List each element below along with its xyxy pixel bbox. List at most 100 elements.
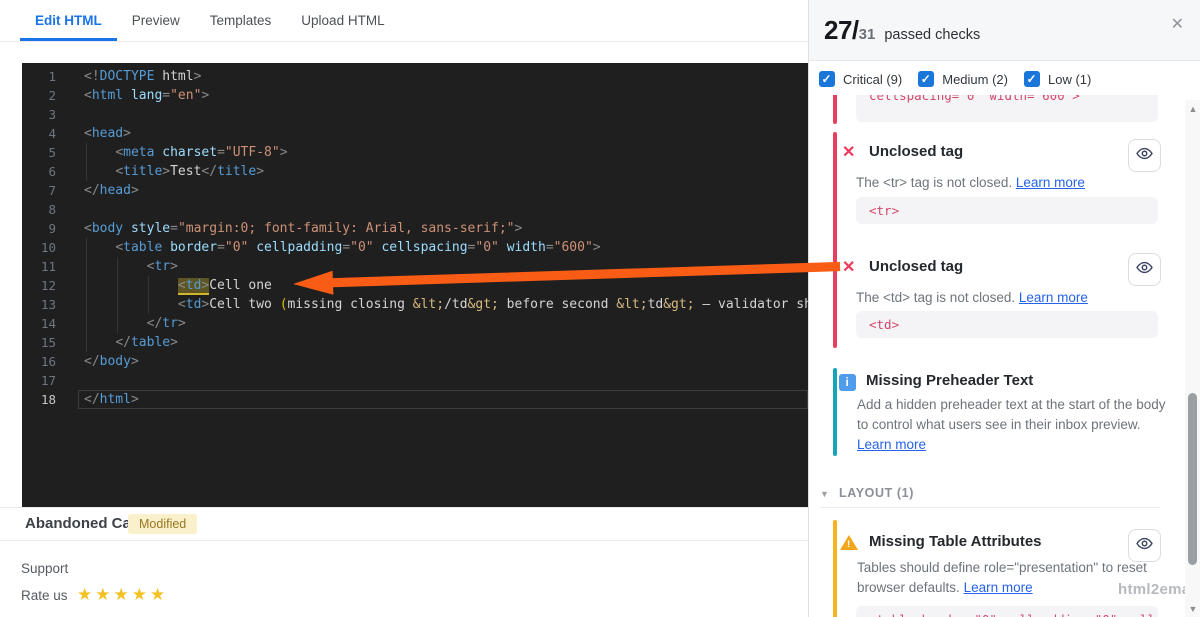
code-line-4[interactable]: 4 <head>: [22, 124, 808, 143]
line-number: 8: [48, 202, 56, 217]
check-title: Unclosed tag: [869, 258, 964, 275]
code-line-5[interactable]: 5 <meta charset="UTF-8">: [22, 143, 808, 162]
indent-guide: [86, 276, 87, 295]
scroll-up-icon[interactable]: ▲: [1187, 104, 1199, 114]
info-icon: [839, 374, 856, 391]
template-name: Abandoned Cart: [25, 515, 142, 532]
close-icon[interactable]: ✕: [1171, 17, 1184, 33]
checkbox-checked-icon[interactable]: [918, 71, 935, 87]
check-description: Tables should define role="presentation"…: [857, 560, 1147, 595]
checkbox-checked-icon[interactable]: [1023, 71, 1040, 87]
code-line-15[interactable]: 15 </table>: [22, 333, 808, 352]
card-accent-strip: [833, 132, 837, 348]
indent-guide: [86, 333, 87, 352]
learn-more-link[interactable]: Learn more: [964, 580, 1033, 595]
scrollbar-track[interactable]: ▲ ▼: [1185, 100, 1200, 617]
checkbox-checked-icon[interactable]: [819, 71, 835, 87]
divider: [820, 507, 1160, 508]
tab-edit-html[interactable]: Edit HTML: [20, 0, 117, 41]
check-description: The <td> tag is not closed. Learn more: [856, 290, 1088, 305]
rate-us-label: Rate us: [21, 588, 68, 603]
star-icon[interactable]: ★: [114, 585, 129, 604]
line-number: 10: [40, 240, 56, 255]
line-number: 5: [48, 145, 56, 160]
code-line-6[interactable]: 6 <title>Test</title>: [22, 162, 808, 181]
line-number: 17: [40, 373, 56, 388]
card-accent-strip: [833, 520, 837, 617]
score-label: passed checks: [884, 27, 981, 43]
indent-guide: [86, 143, 87, 162]
code-line-7[interactable]: 7 </head>: [22, 181, 808, 200]
code-line-16[interactable]: 16 </body>: [22, 352, 808, 371]
panel-header: 27/31 passed checks ✕: [809, 0, 1200, 61]
chevron-down-icon[interactable]: ▼: [820, 489, 829, 499]
score-total: 31: [858, 26, 876, 43]
check-description: Add a hidden preheader text at the start…: [857, 397, 1166, 452]
check-title: Missing Preheader Text: [866, 372, 1034, 389]
filter-critical[interactable]: Critical (9): [819, 71, 902, 87]
code-line-3[interactable]: 3: [22, 105, 808, 124]
star-icon[interactable]: ★: [77, 585, 92, 604]
indent-guide: [86, 162, 87, 181]
code-text: <head>: [84, 126, 131, 141]
highlighted-match: <td>: [177, 278, 210, 295]
tab-preview[interactable]: Preview: [117, 0, 195, 41]
learn-more-link[interactable]: Learn more: [857, 437, 926, 452]
code-line-17[interactable]: 17: [22, 371, 808, 390]
star-icon[interactable]: ★: [150, 585, 165, 604]
code-text: <tr>: [84, 257, 178, 276]
line-number: 3: [48, 107, 56, 122]
filter-medium[interactable]: Medium (2): [918, 71, 1008, 87]
code-line-2[interactable]: 2 <html lang="en">: [22, 86, 808, 105]
code-line-9[interactable]: 9 <body style="margin:0; font-family: Ari…: [22, 219, 808, 238]
check-title: Unclosed tag: [869, 143, 964, 160]
star-icon[interactable]: ★: [132, 585, 147, 604]
divider: [0, 540, 808, 541]
card-accent-strip: [833, 95, 837, 124]
indent-guide: [86, 257, 87, 276]
support-link[interactable]: Support: [21, 561, 68, 576]
highlight-in-code-button[interactable]: [1128, 253, 1161, 286]
code-text: </head>: [84, 183, 139, 198]
code-line-14[interactable]: 14 </tr>: [22, 314, 808, 333]
indent-guide: [86, 295, 87, 314]
app-window: Edit HTML Preview Templates Upload HTML …: [0, 0, 1200, 617]
code-line-13[interactable]: 13 <td>Cell two (missing closing &lt;/td…: [22, 295, 808, 314]
code-line-11[interactable]: 11 <tr>: [22, 257, 808, 276]
eye-icon: [1136, 145, 1153, 167]
filter-label: Critical (9): [843, 71, 903, 87]
line-number: 2: [48, 88, 56, 103]
line-number: 4: [48, 126, 56, 141]
star-icon[interactable]: ★: [95, 585, 110, 604]
indent-guide: [86, 238, 87, 257]
eye-icon: [1136, 535, 1153, 557]
code-text: </html>: [84, 392, 139, 407]
learn-more-link[interactable]: Learn more: [1016, 175, 1085, 190]
section-layout-label[interactable]: LAYOUT (1): [839, 486, 914, 500]
error-x-icon: ✕: [842, 144, 856, 161]
code-line-10[interactable]: 10 <table border="0" cellpadding="0" cel…: [22, 238, 808, 257]
line-number: 15: [40, 335, 56, 350]
tab-upload-html[interactable]: Upload HTML: [286, 0, 399, 41]
code-text: </tr>: [84, 314, 186, 333]
code-line-8[interactable]: 8: [22, 200, 808, 219]
code-snippet-chip: <td>: [856, 311, 1158, 338]
scrollbar-thumb[interactable]: [1188, 393, 1197, 565]
code-line-1[interactable]: 1 <!DOCTYPE html>: [22, 67, 808, 86]
star-rating: ★ ★ ★ ★ ★: [77, 585, 168, 605]
severity-filters: Critical (9) Medium (2) Low (1): [819, 71, 1107, 87]
tab-templates[interactable]: Templates: [195, 0, 287, 41]
highlight-in-code-button[interactable]: [1128, 139, 1161, 172]
indent-guide: [117, 276, 119, 295]
code-text: <title>Test</title>: [84, 162, 264, 181]
filter-low[interactable]: Low (1): [1023, 71, 1091, 87]
code-area: 1 <!DOCTYPE html> 2 <html lang="en"> 3 4 <head…: [22, 67, 808, 409]
line-number: 14: [40, 316, 56, 331]
code-line-12[interactable]: 12 <td>Cell one: [22, 276, 808, 295]
code-line-18[interactable]: 18 </html>: [22, 390, 808, 409]
code-editor[interactable]: 1 <!DOCTYPE html> 2 <html lang="en"> 3 4 <head…: [22, 63, 808, 508]
learn-more-link[interactable]: Learn more: [1019, 290, 1088, 305]
modified-badge: Modified: [128, 514, 198, 534]
scroll-down-icon[interactable]: ▼: [1187, 604, 1199, 614]
line-number: 18: [40, 392, 56, 407]
